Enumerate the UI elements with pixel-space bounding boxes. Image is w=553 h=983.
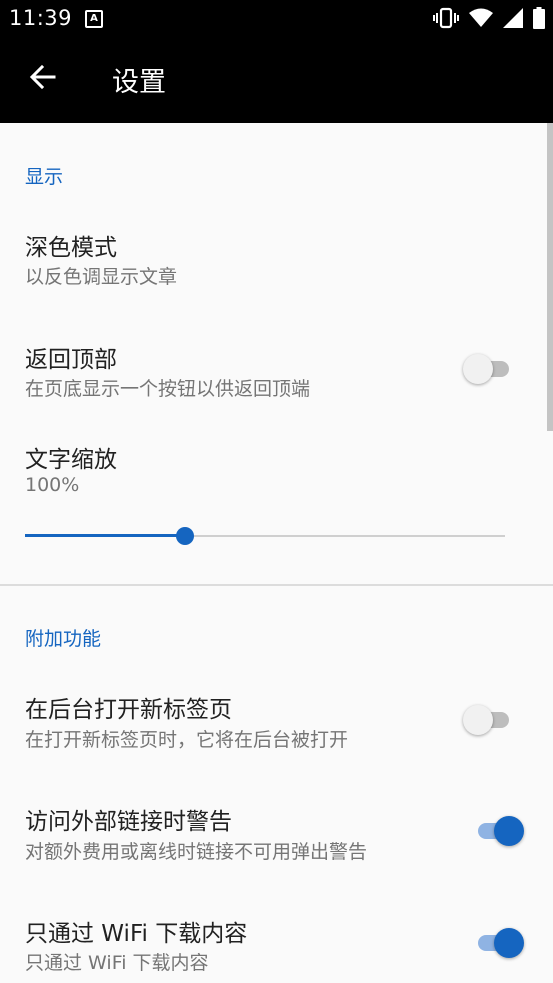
- external-link-switch[interactable]: [474, 816, 524, 846]
- external-link-title: 访问外部链接时警告: [25, 809, 232, 835]
- status-icons: [433, 7, 545, 29]
- back-arrow-icon[interactable]: [26, 60, 60, 94]
- a-badge-icon: A: [85, 10, 103, 28]
- vibrate-icon: [433, 7, 459, 29]
- external-link-subtitle: 对额外费用或离线时链接不可用弹出警告: [25, 841, 368, 863]
- section-header-extras: 附加功能: [25, 628, 102, 650]
- wifi-download-title: 只通过 WiFi 下载内容: [25, 921, 248, 947]
- dark-mode-subtitle: 以反色调显示文章: [25, 266, 178, 288]
- page-title: 设置: [112, 67, 166, 98]
- scrollbar[interactable]: [547, 123, 553, 431]
- text-scale-value: 100%: [25, 474, 80, 496]
- back-to-top-subtitle: 在页底显示一个按钮以供返回顶端: [25, 378, 311, 400]
- battery-icon: [533, 7, 545, 29]
- app-toolbar: 设置: [0, 36, 553, 123]
- back-to-top-title: 返回顶部: [25, 347, 117, 373]
- dark-mode-title: 深色模式: [25, 235, 117, 261]
- status-bar: 11:39 A: [0, 0, 553, 36]
- text-scale-slider[interactable]: [25, 524, 505, 548]
- slider-thumb[interactable]: [176, 527, 195, 545]
- open-background-switch[interactable]: [463, 705, 513, 735]
- open-background-subtitle: 在打开新标签页时，它将在后台被打开: [25, 729, 349, 751]
- signal-icon: [503, 8, 523, 28]
- text-scale-title: 文字缩放: [25, 447, 117, 473]
- wifi-download-switch[interactable]: [474, 928, 524, 958]
- section-header-display: 显示: [25, 166, 64, 188]
- wifi-icon: [469, 8, 493, 27]
- wifi-download-subtitle: 只通过 WiFi 下载内容: [25, 952, 209, 974]
- status-time: 11:39: [9, 6, 73, 30]
- back-to-top-switch[interactable]: [463, 354, 513, 384]
- open-background-title: 在后台打开新标签页: [25, 697, 232, 723]
- section-divider: [0, 584, 553, 586]
